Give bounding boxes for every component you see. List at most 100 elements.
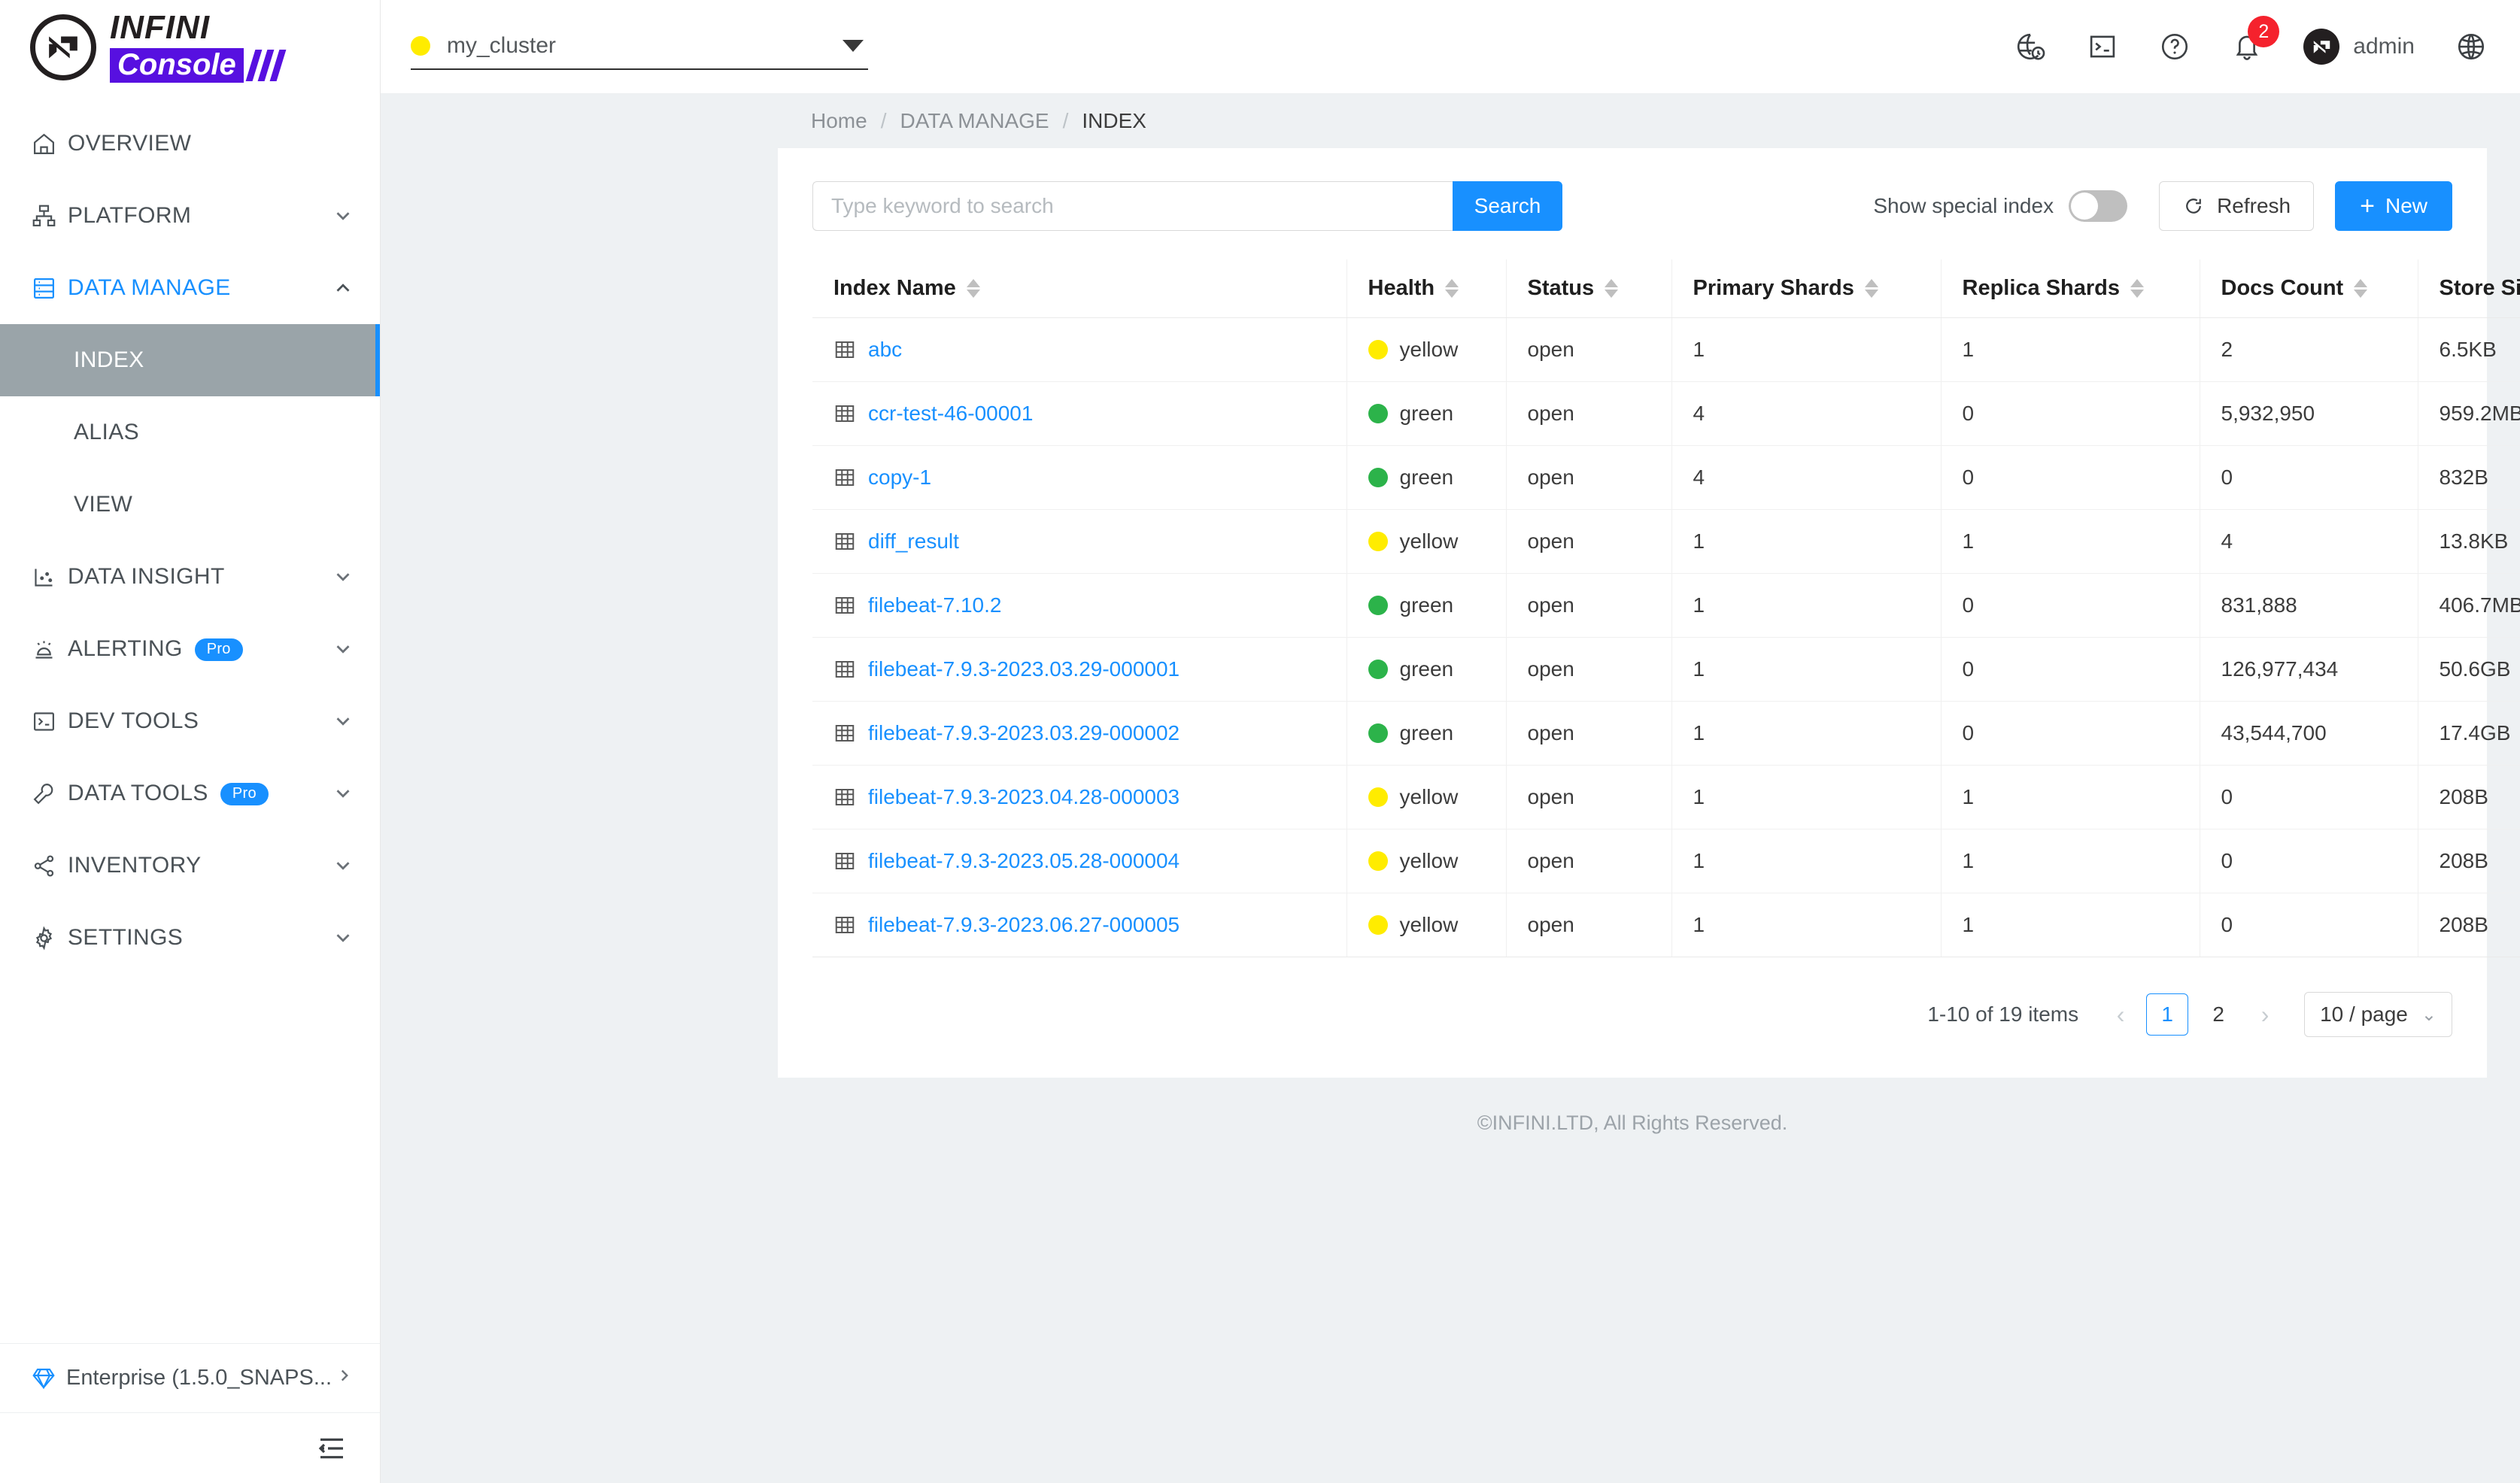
- chevron-down-icon: [843, 40, 864, 52]
- column-header-health[interactable]: Health: [1347, 259, 1507, 318]
- sidebar-item-label: ALERTING Pro: [68, 636, 332, 662]
- page-size-selector[interactable]: 10 / page ⌄: [2304, 992, 2452, 1037]
- column-header-replica-shards[interactable]: Replica Shards: [1941, 259, 2200, 318]
- table-head: Index Name Health Status Primary Shards …: [812, 259, 2520, 318]
- show-special-index-toggle[interactable]: [2069, 190, 2128, 222]
- breadcrumb-item-home[interactable]: Home: [811, 109, 867, 133]
- column-header-primary-shards[interactable]: Primary Shards: [1671, 259, 1942, 318]
- main-area: my_cluster 2 admin Home / DATA MANAGE / …: [381, 0, 2520, 1483]
- globe-clock-icon[interactable]: [2014, 31, 2046, 62]
- gear-icon: [32, 925, 68, 951]
- search-button[interactable]: Search: [1453, 181, 1562, 231]
- cell-replica-shards: 1: [1941, 829, 2200, 893]
- column-header-status[interactable]: Status: [1506, 259, 1672, 318]
- sort-icon[interactable]: [2354, 279, 2368, 298]
- index-name-link[interactable]: filebeat-7.9.3-2023.03.29-000001: [868, 657, 1180, 681]
- index-name-link[interactable]: copy-1: [868, 466, 931, 490]
- cell-docs-count: 43,544,700: [2200, 701, 2418, 766]
- sidebar-item-view[interactable]: VIEW: [0, 469, 380, 541]
- sidebar-collapse-button[interactable]: [0, 1412, 380, 1483]
- cell-health: green: [1347, 445, 1507, 510]
- plus-icon: +: [2360, 192, 2375, 220]
- language-globe-icon[interactable]: [2455, 31, 2487, 62]
- console-icon[interactable]: [2087, 31, 2118, 62]
- chevron-down-icon: [332, 566, 354, 588]
- index-name-link[interactable]: filebeat-7.10.2: [868, 593, 1001, 617]
- footer-text: ©INFINI.LTD, All Rights Reserved.: [1477, 1111, 1788, 1134]
- logo-text-top: INFINI: [110, 9, 211, 46]
- new-label: New: [2385, 194, 2427, 217]
- app-logo[interactable]: INFINI Console: [0, 0, 380, 94]
- page-size-label: 10 / page: [2320, 1002, 2408, 1026]
- sidebar-item-data-manage[interactable]: DATA MANAGE: [0, 252, 380, 324]
- cell-primary-shards: 1: [1671, 637, 1942, 702]
- sidebar-item-label: OVERVIEW: [68, 131, 192, 156]
- health-label: yellow: [1399, 849, 1459, 872]
- health-label: green: [1399, 593, 1454, 617]
- cell-status: open: [1506, 509, 1672, 574]
- user-menu[interactable]: admin: [2303, 29, 2415, 65]
- cell-status: open: [1506, 829, 1672, 893]
- search-input[interactable]: [812, 181, 1453, 231]
- chevron-down-icon: [332, 782, 354, 805]
- index-name-link[interactable]: filebeat-7.9.3-2023.05.28-000004: [868, 849, 1180, 873]
- column-header-index-name[interactable]: Index Name: [812, 259, 1347, 318]
- bell-icon[interactable]: 2: [2231, 16, 2280, 62]
- sidebar-item-settings[interactable]: SETTINGS: [0, 902, 380, 974]
- cell-primary-shards: 1: [1671, 829, 1942, 893]
- breadcrumb-item-data-manage[interactable]: DATA MANAGE: [900, 109, 1049, 133]
- cell-health: yellow: [1347, 829, 1507, 893]
- sort-icon[interactable]: [2130, 279, 2145, 298]
- index-name-link[interactable]: diff_result: [868, 529, 959, 553]
- sidebar-item-inventory[interactable]: INVENTORY: [0, 829, 380, 902]
- index-name-link[interactable]: abc: [868, 338, 902, 362]
- sidebar-item-alias[interactable]: ALIAS: [0, 396, 380, 469]
- pagination-prev-button[interactable]: ‹: [2099, 993, 2142, 1036]
- sidebar-item-alerting[interactable]: ALERTING Pro: [0, 613, 380, 685]
- table-row: filebeat-7.9.3-2023.04.28-000003 yellow op…: [812, 765, 2520, 829]
- column-header-docs-count[interactable]: Docs Count: [2200, 259, 2418, 318]
- pagination-next-button[interactable]: ›: [2244, 993, 2286, 1036]
- pagination-page-1[interactable]: 1: [2146, 993, 2189, 1036]
- sort-icon[interactable]: [1605, 279, 1619, 298]
- cluster-selector[interactable]: my_cluster: [411, 23, 868, 70]
- sidebar-item-data-insight[interactable]: DATA INSIGHT: [0, 541, 380, 613]
- sidebar-item-index[interactable]: INDEX: [0, 324, 380, 396]
- table-row: filebeat-7.9.3-2023.03.29-000002 green ope…: [812, 701, 2520, 766]
- index-name-link[interactable]: filebeat-7.9.3-2023.03.29-000002: [868, 721, 1180, 745]
- sort-icon[interactable]: [966, 279, 980, 298]
- chevron-down-icon: [332, 710, 354, 732]
- index-card: Search Show special index Refresh + New: [778, 148, 2520, 1078]
- cell-replica-shards: 0: [1941, 637, 2200, 702]
- pagination-page-2[interactable]: 2: [2197, 993, 2239, 1036]
- sort-icon[interactable]: [1445, 279, 1459, 298]
- sidebar-item-dev-tools[interactable]: DEV TOOLS: [0, 685, 380, 757]
- sidebar-subitem-label: INDEX: [74, 347, 144, 372]
- refresh-button[interactable]: Refresh: [2159, 181, 2315, 231]
- avatar: [2303, 29, 2340, 65]
- index-name-link[interactable]: ccr-test-46-00001: [868, 402, 1033, 426]
- cluster-name-label: my_cluster: [447, 33, 557, 58]
- sidebar-item-platform[interactable]: PLATFORM: [0, 180, 380, 252]
- new-button[interactable]: + New: [2335, 181, 2452, 231]
- cell-docs-count: 831,888: [2200, 573, 2418, 638]
- chevron-down-icon: [332, 854, 354, 877]
- column-header-store-size[interactable]: Store Size: [2418, 259, 2520, 318]
- health-status-dot: [1368, 723, 1388, 743]
- sidebar-nav: OVERVIEW PLATFORM DATA MANAGE INDEX ALIA…: [0, 94, 380, 1343]
- help-circle-icon[interactable]: [2159, 31, 2191, 62]
- cell-docs-count: 2: [2200, 317, 2418, 382]
- sidebar-item-overview[interactable]: OVERVIEW: [0, 108, 380, 180]
- enterprise-version-row[interactable]: Enterprise (1.5.0_SNAPS...: [0, 1343, 380, 1412]
- cell-primary-shards: 1: [1671, 765, 1942, 829]
- sidebar-item-label: PLATFORM: [68, 203, 192, 228]
- sort-icon[interactable]: [1864, 279, 1878, 298]
- sidebar-item-label: DEV TOOLS: [68, 708, 199, 733]
- index-name-link[interactable]: filebeat-7.9.3-2023.06.27-000005: [868, 913, 1180, 937]
- cell-primary-shards: 1: [1671, 893, 1942, 957]
- cell-status: open: [1506, 381, 1672, 446]
- sidebar-item-data-tools[interactable]: DATA TOOLS Pro: [0, 757, 380, 829]
- index-name-link[interactable]: filebeat-7.9.3-2023.04.28-000003: [868, 785, 1180, 809]
- refresh-icon: [2182, 195, 2205, 217]
- cell-primary-shards: 1: [1671, 573, 1942, 638]
